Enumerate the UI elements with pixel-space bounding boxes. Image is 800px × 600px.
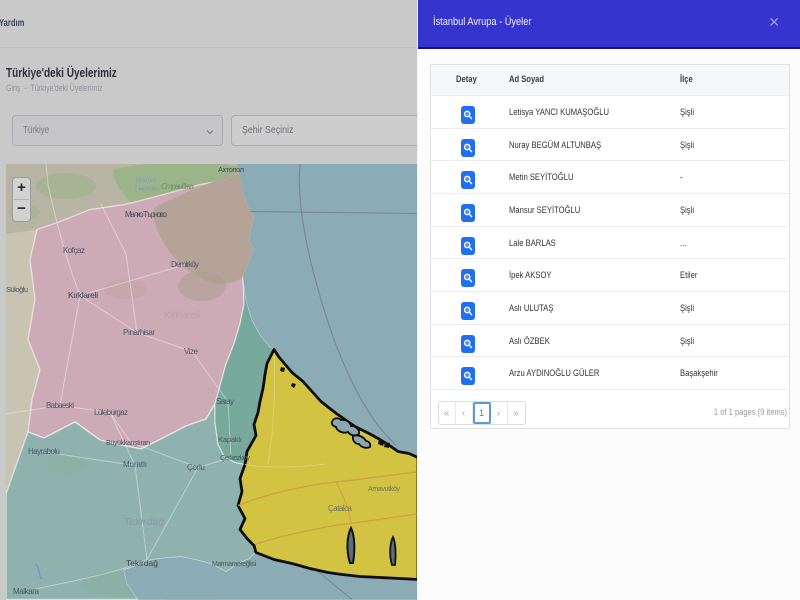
svg-text:Vize: Vize bbox=[184, 347, 199, 356]
svg-text:Muratlı: Muratlı bbox=[123, 460, 147, 469]
svg-text:Hayrabolu: Hayrabolu bbox=[28, 447, 60, 456]
svg-text:Kırklareli: Kırklareli bbox=[68, 290, 98, 300]
svg-text:Demirköy: Demirköy bbox=[171, 260, 199, 269]
svg-text:Tekirdağ: Tekirdağ bbox=[126, 558, 158, 568]
svg-text:Saray: Saray bbox=[216, 397, 234, 406]
svg-text:Büyükkarıştıran: Büyükkarıştıran bbox=[106, 440, 150, 447]
svg-text:Çatalca: Çatalca bbox=[328, 504, 353, 513]
svg-text:Lüleburgaz: Lüleburgaz bbox=[94, 408, 128, 417]
svg-text:Arnavutköy: Arnavutköy bbox=[368, 486, 401, 493]
svg-text:Çerkezköy: Çerkezköy bbox=[220, 453, 250, 462]
svg-text:Ахтопол: Ахтопол bbox=[218, 165, 244, 174]
svg-text:Babaeski: Babaeski bbox=[46, 401, 74, 410]
svg-text:Süloğlu: Süloğlu bbox=[6, 285, 28, 294]
svg-text:Tekirdag: Tekirdag bbox=[124, 517, 164, 528]
svg-text:Странджа: Странджа bbox=[161, 182, 195, 191]
svg-text:Marmaraereğlisi: Marmaraereğlisi bbox=[212, 561, 256, 568]
svg-text:Kofçaz: Kofçaz bbox=[63, 246, 85, 255]
svg-text:Търново: Търново bbox=[134, 185, 160, 192]
svg-text:Çorlu: Çorlu bbox=[187, 463, 205, 472]
svg-text:Малко Търново: Малко Търново bbox=[125, 210, 168, 219]
svg-text:Pınarhisar: Pınarhisar bbox=[123, 328, 155, 337]
svg-text:Malkara: Malkara bbox=[13, 587, 40, 596]
svg-text:Kirklareli: Kirklareli bbox=[164, 310, 201, 321]
svg-text:Kapaklı: Kapaklı bbox=[218, 435, 242, 444]
svg-text:Малко: Малко bbox=[136, 177, 156, 184]
